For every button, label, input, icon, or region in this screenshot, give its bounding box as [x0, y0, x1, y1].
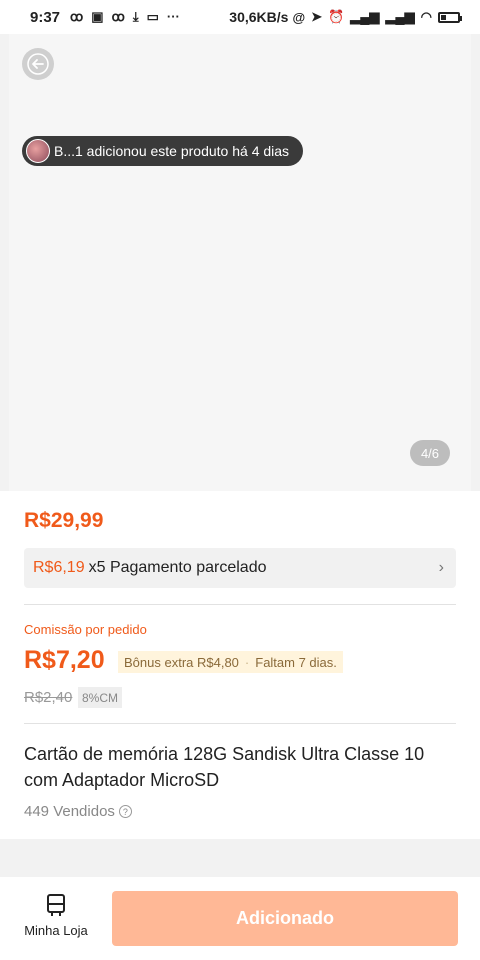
sold-count: 449 Vendidos ?: [24, 803, 132, 820]
installment-row[interactable]: R$6,19 x5 Pagamento parcelado ›: [24, 548, 456, 588]
bonus-remaining: Faltam 7 dias.: [255, 654, 337, 670]
installment-amount: R$6,19: [33, 559, 85, 576]
product-price: R$29,99: [24, 509, 104, 532]
product-info: R$29,99 R$6,19 x5 Pagamento parcelado › …: [0, 491, 480, 839]
commission-label: Comissão por pedido: [24, 622, 147, 637]
network-speed: 30,6KB/s: [229, 9, 289, 25]
download-icon: ⤓: [132, 9, 139, 24]
my-store-label: Minha Loja: [24, 923, 88, 938]
alarm-icon: ⏰: [328, 9, 345, 24]
shop-icon: ▣: [91, 9, 104, 24]
store-icon: [47, 894, 65, 916]
divider: [24, 723, 456, 724]
bottom-action-bar: Minha Loja Adicionado: [0, 877, 480, 960]
product-title: Cartão de memória 128G Sandisk Ultra Cla…: [24, 744, 425, 790]
arrow-left-icon: [27, 53, 49, 75]
image-page-indicator: 4/6: [410, 440, 450, 466]
back-button[interactable]: [22, 48, 54, 80]
status-bar: 9:37 ꝏ ▣ ꝏ ⤓ ▭ ··· 30,6KB/s @ ➤ ⏰ ▂▄▆ ▂▄…: [0, 0, 480, 34]
bonus-badge: Bônus extra R$4,80 · Faltam 7 dias.: [118, 651, 343, 673]
at-icon: @: [292, 9, 306, 25]
bonus-separator: ·: [244, 654, 250, 670]
help-icon[interactable]: ?: [118, 805, 132, 818]
commission-value: R$7,20: [24, 646, 105, 674]
signal-icon: ▂▄▆: [385, 9, 415, 24]
bonus-text: Bônus extra R$4,80: [124, 654, 239, 670]
my-store-button[interactable]: Minha Loja: [16, 893, 96, 945]
recent-activity-pill: B...1 adicionou este produto há 4 dias: [22, 136, 304, 166]
added-button[interactable]: Adicionado: [112, 891, 458, 946]
product-image-gallery[interactable]: [9, 34, 471, 491]
divider: [24, 604, 456, 605]
system-icons: @ ➤ ⏰ ▂▄▆ ▂▄▆ ◠: [292, 9, 462, 25]
notification-icons: ꝏ ▣ ꝏ ⤓ ▭ ···: [70, 9, 180, 25]
avatar: [26, 139, 50, 163]
wifi-icon: ◠: [420, 9, 432, 24]
photo-icon: ▭: [146, 9, 159, 24]
old-commission: R$2,40: [24, 689, 73, 706]
sold-text: 449 Vendidos: [24, 803, 115, 820]
more-dots-icon: ···: [166, 9, 180, 24]
location-arrow-icon: ➤: [311, 9, 323, 24]
chevron-right-icon: ›: [438, 559, 444, 576]
battery-icon: [438, 11, 462, 23]
people-icon: ꝏ: [70, 9, 84, 24]
activity-text: B...1 adicionou este produto há 4 dias: [54, 143, 290, 159]
signal-icon: ▂▄▆: [350, 9, 380, 24]
installment-text: x5 Pagamento parcelado: [88, 559, 267, 576]
commission-rate-badge: 8%CM: [78, 687, 123, 708]
status-time: 9:37: [30, 8, 61, 26]
people-icon: ꝏ: [111, 9, 125, 24]
